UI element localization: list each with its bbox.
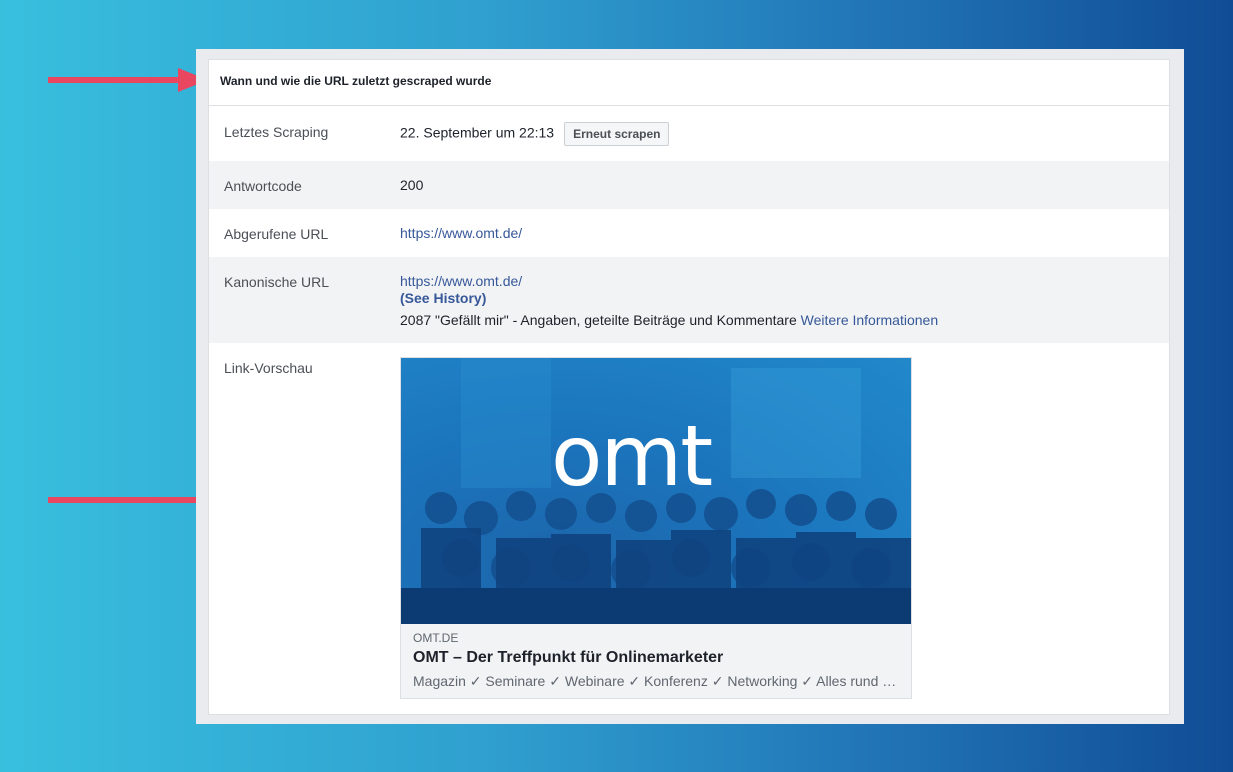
debugger-frame: Wann und wie die URL zuletzt gescraped w… [196, 49, 1184, 724]
preview-title: OMT – Der Treffpunkt für Onlinemarketer [413, 649, 724, 666]
row-canonical-url: Kanonische URL https://www.omt.de/ (See … [209, 257, 1169, 343]
row-last-scraping: Letztes Scraping 22. September um 22:13 E… [209, 107, 1169, 160]
row-label: Abgerufene URL [224, 226, 329, 242]
row-label: Antwortcode [224, 178, 302, 194]
row-response-code: Antwortcode 200 [209, 161, 1169, 209]
link-preview-card[interactable]: omt OMT.DE OMT – Der Treffpunkt für Onli… [400, 357, 912, 699]
fetched-url-link[interactable]: https://www.omt.de/ [400, 225, 522, 241]
engagement-line: 2087 "Gefällt mir" - Angaben, geteilte B… [400, 312, 938, 328]
row-label: Letztes Scraping [224, 124, 329, 140]
row-label: Link-Vorschau [224, 360, 313, 376]
row-value: 22. September um 22:13 Erneut scrapen [400, 122, 670, 146]
response-code-value: 200 [400, 177, 424, 193]
preview-domain: OMT.DE [413, 631, 459, 645]
row-label: Kanonische URL [224, 274, 330, 290]
see-history-link[interactable]: (See History) [400, 290, 938, 306]
panel-title: Wann und wie die URL zuletzt gescraped w… [209, 60, 1169, 106]
canonical-url-block: https://www.omt.de/ (See History) 2087 "… [400, 273, 938, 328]
engagement-count: 2087 "Gefällt mir" - Angaben, geteilte B… [400, 312, 797, 328]
scrape-info-panel: Wann und wie die URL zuletzt gescraped w… [208, 59, 1170, 715]
rescrape-button[interactable]: Erneut scrapen [564, 122, 670, 146]
more-info-link[interactable]: Weitere Informationen [801, 312, 938, 328]
canonical-url-link[interactable]: https://www.omt.de/ [400, 273, 522, 289]
arrow-right-icon [48, 68, 208, 92]
omt-logo: omt [551, 407, 713, 505]
row-fetched-url: Abgerufene URL https://www.omt.de/ [209, 209, 1169, 257]
preview-text: OMT.DE OMT – Der Treffpunkt für Onlinema… [401, 624, 911, 697]
last-scrape-time: 22. September um 22:13 [400, 124, 555, 141]
preview-description: Magazin ✓ Seminare ✓ Webinare ✓ Konferen… [413, 673, 899, 689]
preview-image: omt [401, 358, 911, 624]
